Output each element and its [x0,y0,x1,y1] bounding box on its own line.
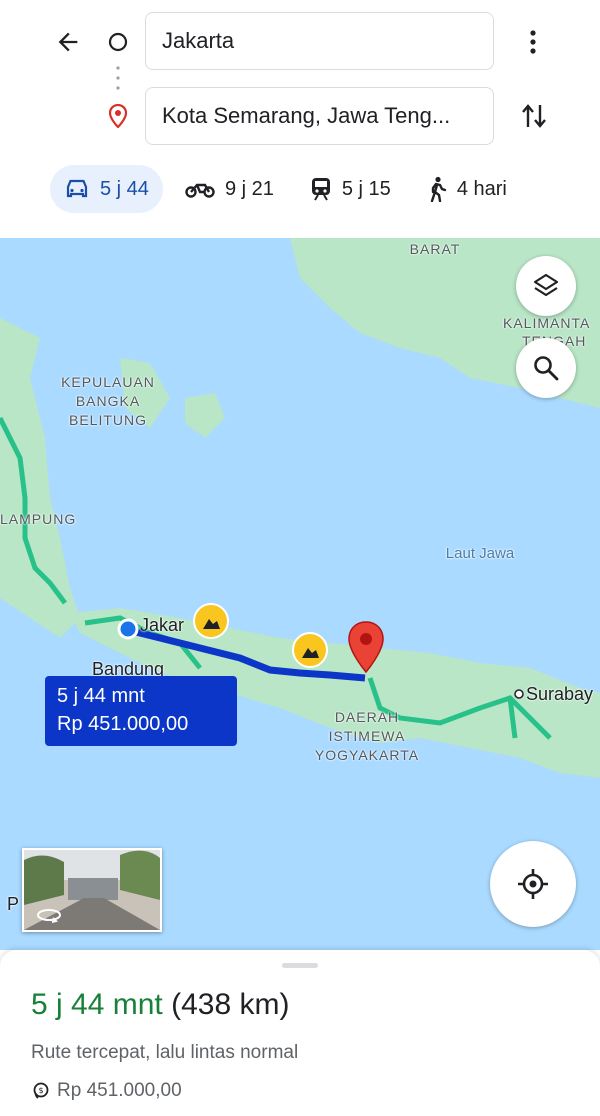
train-icon [311,178,330,201]
sheet-drag-handle[interactable] [282,963,318,968]
mode-label: 5 j 44 [100,177,149,200]
mode-tab-transit[interactable]: 5 j 15 [296,165,405,213]
crosshair-icon [518,869,548,899]
map-label: KEPULAUAN BANGKA BELITUNG [61,374,155,428]
map-canvas [0,238,600,778]
mode-tab-car[interactable]: 5 j 44 [50,165,163,213]
map-label: LAMPUNG [0,511,77,527]
street-view-360-icon [37,909,61,923]
my-location-button[interactable] [490,841,576,927]
directions-header: Jakarta Kota Semarang, Jawa Teng... 5 j … [0,0,600,238]
map-label: DAERAH ISTIMEWA YOGYAKARTA [314,709,420,763]
route-info-callout[interactable]: 5 j 44 mnt Rp 451.000,00 [45,676,237,746]
map-label: Surabay [526,684,594,704]
svg-text:$: $ [38,1086,43,1095]
map-label: Jakar [140,615,185,635]
toll-amount: Rp 451.000,00 [57,1080,182,1101]
destination-marker-icon[interactable] [346,620,386,676]
mode-label: 5 j 15 [341,177,391,200]
toll-icon: $ [33,1082,49,1099]
route-summary-sheet[interactable]: 5 j 44 mnt (438 km) Rute tercepat, lalu … [0,950,600,1116]
map-label: BARAT [409,241,461,257]
search-along-route-button[interactable] [516,338,576,398]
street-view-thumbnail[interactable] [22,848,162,932]
toll-info: $ Rp 451.000,00 [31,1080,182,1102]
route-eta: 5 j 44 mnt (438 km) [31,988,289,1022]
back-arrow-icon[interactable] [48,24,88,60]
mode-tab-walk[interactable]: 4 hari [413,165,521,213]
travel-mode-tabs: 5 j 44 9 j 21 5 j 15 4 hari [50,164,529,214]
route-duration: 5 j 44 mnt [57,685,145,707]
route-description: Rute tercepat, lalu lintas normal [31,1042,299,1063]
swap-icon[interactable] [514,98,554,134]
route-cost: Rp 451.000,00 [57,713,189,735]
destination-pin-icon [105,103,131,129]
mode-label: 4 hari [456,177,507,200]
map-label: Laut Jawa [445,545,515,562]
construction-warning-icon[interactable] [292,632,328,668]
more-options-icon[interactable] [518,24,548,60]
route-dots-icon [112,64,124,92]
mode-label: 9 j 21 [224,177,274,200]
map-view[interactable]: BARAT KALIMANTA TENGAH KEPULAUAN BANGKA … [0,238,600,950]
map-label: KALIMANTA [503,315,591,331]
motorcycle-icon [185,183,215,198]
layers-icon [533,273,559,297]
car-icon [66,179,88,198]
mode-tab-motorcycle[interactable]: 9 j 21 [171,165,288,213]
destination-input[interactable]: Kota Semarang, Jawa Teng... [145,87,494,145]
walk-icon [430,176,447,202]
origin-input[interactable]: Jakarta [145,12,494,70]
layers-button[interactable] [516,256,576,316]
search-icon [534,356,559,381]
eta-time: 5 j 44 mnt [31,988,163,1021]
origin-circle-icon [106,30,130,54]
eta-distance: (438 km) [171,988,290,1021]
